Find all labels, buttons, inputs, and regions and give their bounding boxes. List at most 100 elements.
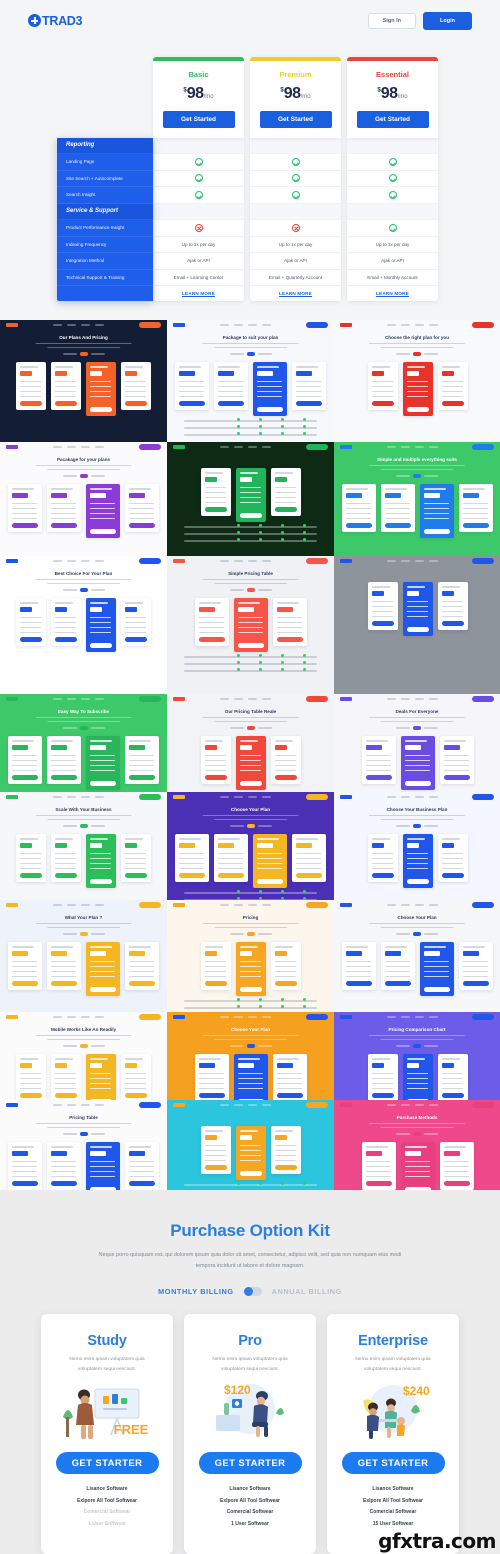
thumbnail-package-suit[interactable]: Package to suit your plan <box>167 320 334 442</box>
thumbnail-cyan-cards[interactable] <box>167 1100 334 1190</box>
thumb-plan-feature <box>239 966 261 968</box>
card-title: Study <box>87 1333 127 1350</box>
thumb-logo-icon <box>340 559 352 563</box>
thumb-plan-name <box>371 1058 390 1060</box>
thumb-plan-feature <box>257 853 282 855</box>
thumb-plan-feature <box>90 858 111 860</box>
thumb-billing-toggle <box>62 824 105 828</box>
thumb-plan-name <box>12 946 34 948</box>
toggle-label <box>90 1133 105 1135</box>
thumb-nav-links <box>220 560 271 562</box>
get-starter-button[interactable]: GET STARTER <box>198 1452 302 1475</box>
thumbnail-photo-table[interactable] <box>334 556 500 694</box>
thumb-plan-cta <box>129 1181 155 1186</box>
thumbnail-simple-pricing[interactable]: Simple Pricing Table <box>167 556 334 694</box>
thumbnail-canvas: Deals For Everyone <box>334 694 500 792</box>
get-starter-button[interactable]: GET STARTER <box>55 1452 159 1475</box>
thumb-subtitle-line <box>46 720 121 722</box>
plan-card-premium[interactable]: Premium $98/mo Get Started <box>250 57 341 138</box>
thumbnail-business-plan-blue[interactable]: Choose Your Business Plan <box>334 792 500 900</box>
thumbnail-choose-plan-purple[interactable]: Choose Your Plan <box>167 792 334 900</box>
thumb-plan-feature <box>179 863 204 865</box>
thumb-nav-links <box>386 1104 438 1106</box>
feature-label-column: Reporting Landing Page Site Search + Aut… <box>57 137 153 301</box>
learn-more-link[interactable]: LEARN MORE <box>279 291 312 296</box>
thumb-plan-feature <box>424 508 449 510</box>
thumb-nav-link <box>234 1016 243 1018</box>
thumbnail-pricing-table-lt[interactable]: Pricing Table <box>0 1100 167 1190</box>
thumb-plan-name <box>129 488 151 490</box>
thumbnail-dark-plans[interactable]: Our Plans And Pricing <box>0 320 167 442</box>
thumb-plan-feature <box>179 868 204 870</box>
thumb-plan-feature <box>55 1078 76 1080</box>
thumbnail-simple-flexible[interactable]: Simple and multiple everything suits <box>334 442 500 556</box>
thumb-nav-link <box>386 446 396 448</box>
learn-more-link[interactable]: LEARN MORE <box>376 291 409 296</box>
thumb-plan-feature <box>274 765 296 767</box>
toggle-switch-icon <box>413 932 421 936</box>
thumbnail-green-swoosh[interactable]: Easy Way To Subscribe <box>0 694 167 792</box>
learn-more-cell[interactable]: LEARN MORE <box>250 286 341 301</box>
login-button[interactable]: Login <box>423 11 472 30</box>
thumb-plan-cta <box>371 873 394 878</box>
thumbnail-green-bokeh[interactable] <box>167 442 334 556</box>
brand-logo[interactable]: TRAD3 <box>28 14 82 28</box>
thumb-navbar <box>167 1012 334 1022</box>
thumbnail-scale-business[interactable]: Scale With Your Business <box>0 792 167 900</box>
card-illustration: FREE <box>51 1381 163 1443</box>
learn-more-cell[interactable]: LEARN MORE <box>153 286 244 301</box>
thumb-plan-name <box>441 838 460 840</box>
monthly-billing-label[interactable]: MONTHLY BILLING <box>158 1287 233 1296</box>
thumb-plan-card <box>121 598 151 646</box>
thumbnail-pricing-orange[interactable]: Pricing <box>167 900 334 1012</box>
thumb-plan-name <box>129 946 151 948</box>
thumbnail-whats-your-plan[interactable]: What Your Plan ? <box>0 900 167 1012</box>
billing-toggle-switch[interactable] <box>243 1287 262 1297</box>
purchase-card-study[interactable]: Study Nemo enim ipsam voluptatem quia vo… <box>41 1314 173 1554</box>
thumb-plan-price <box>237 607 254 612</box>
thumb-plan-feature <box>463 971 488 973</box>
learn-more-cell[interactable]: LEARN MORE <box>347 286 438 301</box>
thumbnail-mobile-readily[interactable]: Mobile Works Like An Readily <box>0 1012 167 1100</box>
thumb-title: Easy Way To Subscribe <box>57 709 110 714</box>
thumb-nav-link <box>428 904 438 906</box>
purchase-card-enterprise[interactable]: Enterprise Nemo enim ipsam voluptatem qu… <box>327 1314 459 1554</box>
thumbnail-red-table[interactable]: Our Pricing Table Reale <box>167 694 334 792</box>
thumbnail-purchase-methods[interactable]: Purchase Methods <box>334 1100 500 1190</box>
thumb-plan-cta <box>125 401 147 406</box>
check-icon-cell <box>250 187 341 204</box>
learn-more-link[interactable]: LEARN MORE <box>182 291 215 296</box>
get-started-button[interactable]: Get Started <box>259 110 332 128</box>
get-started-button[interactable]: Get Started <box>356 110 429 128</box>
thumb-plan-feature <box>55 632 76 634</box>
get-starter-button[interactable]: GET STARTER <box>341 1452 445 1475</box>
thumbnail-choose-your-plan[interactable]: Choose Your Plan <box>334 900 500 1012</box>
thumb-plan-feature <box>346 961 371 963</box>
thumb-plan-feature <box>218 381 243 383</box>
annual-billing-label[interactable]: ANNUAL BILLING <box>272 1287 342 1296</box>
sign-in-button[interactable]: Sign In <box>367 12 417 29</box>
thumb-plan-name <box>385 488 407 490</box>
get-started-button[interactable]: Get Started <box>162 110 235 128</box>
thumbnail-choose-plan-orange[interactable]: Choose Your Plan <box>167 1012 334 1100</box>
thumb-plan-feature <box>90 961 115 963</box>
purchase-card-pro[interactable]: Pro Nemo enim ipsam voluptatem quia volu… <box>184 1314 316 1554</box>
plan-card-basic[interactable]: Basic $98/mo Get Started <box>153 57 244 138</box>
thumbnail-comparison-chart[interactable]: Pricing Comparison Chart <box>334 1012 500 1100</box>
thumbnail-deals-everyone[interactable]: Deals For Everyone <box>334 694 500 792</box>
thumb-plan-cta <box>129 981 155 986</box>
thumb-title: What Your Plan ? <box>64 915 103 920</box>
thumbnail-best-choice[interactable]: Best Choice For Your Plan <box>0 556 167 694</box>
thumb-plan-feature <box>296 853 321 855</box>
thumb-plan-feature <box>237 1083 263 1085</box>
thumbnail-right-plan-red[interactable]: Choose the right plan for you <box>334 320 500 442</box>
plan-card-essential[interactable]: Essential $98/mo Get Started <box>347 57 438 138</box>
thumb-subtitle-line <box>46 346 121 348</box>
thumb-plan-price <box>218 843 234 848</box>
thumb-plan-feature <box>125 396 146 398</box>
thumb-plan-feature <box>204 487 226 489</box>
thumbnail-package-purple[interactable]: Pacakage for your plans <box>0 442 167 556</box>
thumb-plan-feature <box>346 508 371 510</box>
thumb-plan-feature <box>20 1073 41 1075</box>
thumb-plan-cta <box>90 643 112 648</box>
